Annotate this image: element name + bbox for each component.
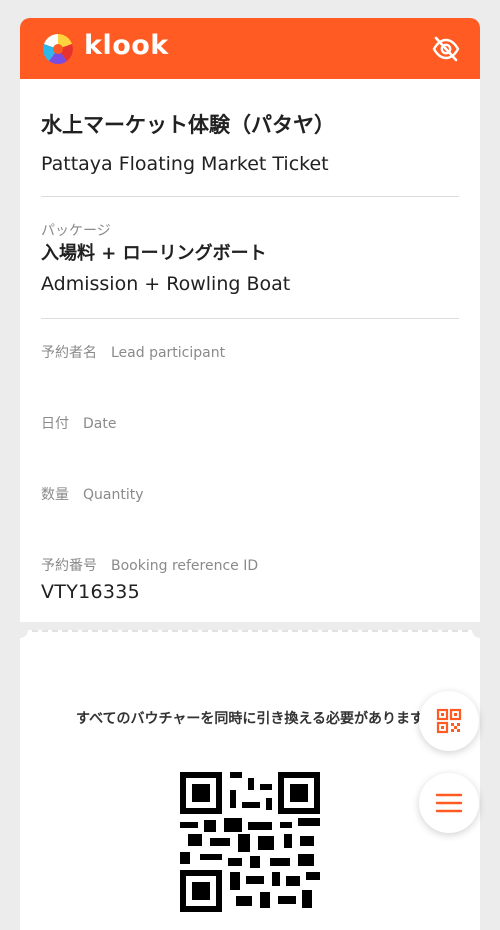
- perforation-line: [32, 630, 468, 632]
- voucher-card: klook 水上マーケット体験（パタヤ） Pattaya Floating Ma…: [12, 18, 488, 930]
- date-label: 日付 Date: [41, 416, 117, 432]
- qr-code: [180, 772, 320, 912]
- booking-reference-id: VTY16335: [41, 581, 141, 603]
- qr-code-icon: [436, 708, 462, 734]
- product-title-ja: 水上マーケット体験（パタヤ）: [41, 113, 335, 137]
- product-title-en: Pattaya Floating Market Ticket: [41, 153, 329, 175]
- menu-button[interactable]: [419, 773, 479, 833]
- ticket-notch: [472, 622, 488, 638]
- package-name-en: Admission + Rowling Boat: [41, 273, 291, 295]
- ticket-details: 水上マーケット体験（パタヤ） Pattaya Floating Market T…: [20, 79, 480, 622]
- klook-logo-icon: [42, 33, 74, 65]
- lead-participant-label: 予約者名 Lead participant: [41, 345, 226, 361]
- ticket-notch: [12, 622, 28, 638]
- package-label: パッケージ: [41, 223, 111, 239]
- booking-reference-label: 予約番号 Booking reference ID: [41, 558, 259, 574]
- package-name-ja: 入場料 + ローリングボート: [41, 243, 267, 264]
- voucher-section: すべてのバウチャーを同時に引き換える必要があります: [12, 622, 488, 930]
- brand-name: klook: [84, 30, 169, 61]
- redeem-notice: すべてのバウチャーを同時に引き換える必要があります: [76, 711, 424, 727]
- qr-code-button[interactable]: [419, 691, 479, 751]
- menu-icon: [435, 793, 463, 813]
- header-bar: klook: [20, 18, 480, 79]
- eye-off-icon[interactable]: [432, 36, 460, 62]
- divider: [41, 318, 459, 319]
- divider: [41, 196, 459, 197]
- quantity-label: 数量 Quantity: [41, 487, 144, 503]
